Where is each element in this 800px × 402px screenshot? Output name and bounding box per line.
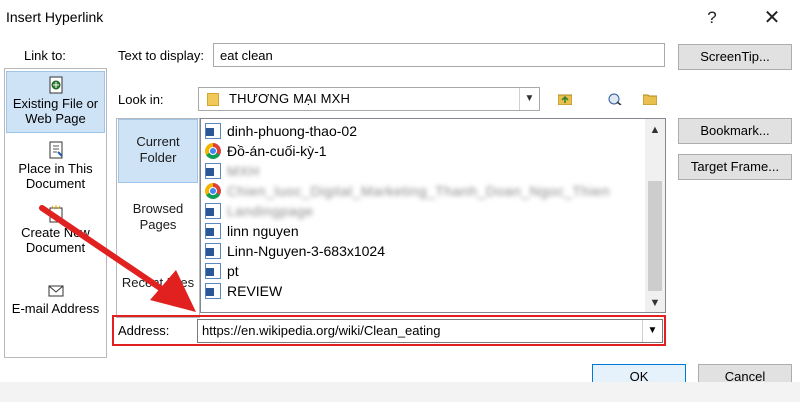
link-to-existing-file-line2: Web Page: [25, 111, 86, 126]
scroll-thumb[interactable]: [648, 181, 662, 291]
place-browsed-pages-line1: Browsed: [132, 201, 184, 216]
chevron-down-icon: ▼: [519, 88, 539, 110]
place-current-folder-line2: Folder: [139, 150, 177, 165]
target-frame-button[interactable]: Target Frame...: [678, 154, 792, 180]
up-one-folder-button[interactable]: [553, 88, 577, 110]
file-name: Landingpage: [227, 203, 314, 219]
chrome-icon: [205, 143, 221, 159]
link-to-existing-file[interactable]: Existing File or Web Page: [6, 71, 105, 133]
close-button[interactable]: ✕: [757, 6, 787, 30]
link-to-new-doc-line2: Document: [25, 240, 86, 255]
file-name: REVIEW: [227, 283, 283, 299]
dialog-title: Insert Hyperlink: [6, 9, 104, 25]
existing-file-icon: [49, 76, 62, 94]
text-to-display-label: Text to display:: [118, 48, 204, 63]
file-name: MXH: [227, 163, 260, 179]
email-icon: [48, 285, 63, 297]
word-doc-icon: [205, 243, 221, 259]
up-folder-icon: [558, 94, 572, 105]
scroll-down-icon[interactable]: ▼: [645, 294, 665, 312]
link-to-place-in-document[interactable]: Place in This Document: [6, 139, 105, 197]
list-item[interactable]: Chien_luoc_Digital_Marketing_Thanh_Doan_…: [205, 181, 610, 201]
place-recent-files-label: Recent Files: [121, 275, 195, 290]
word-doc-icon: [205, 163, 221, 179]
insert-hyperlink-dialog: Insert Hyperlink ? ✕ Link to: Existing F…: [0, 0, 800, 402]
look-in-dropdown[interactable]: THƯƠNG MẠI MXH ▼: [198, 87, 540, 111]
link-to-email-line1: E-mail Address: [11, 301, 100, 316]
link-to-label: Link to:: [24, 48, 66, 63]
place-recent-files[interactable]: Recent Files: [118, 273, 198, 293]
places-panel: Current Folder Browsed Pages Recent File…: [116, 118, 200, 318]
word-doc-icon: [205, 203, 221, 219]
text-to-display-input[interactable]: eat clean: [213, 43, 665, 67]
word-doc-icon: [205, 263, 221, 279]
word-doc-icon: [205, 223, 221, 239]
link-to-place-line1: Place in This: [18, 161, 93, 176]
link-to-new-document[interactable]: Create New Document: [6, 203, 105, 263]
place-browsed-pages[interactable]: Browsed Pages: [118, 197, 198, 237]
help-button[interactable]: ?: [697, 6, 727, 30]
address-highlight-box: [112, 315, 666, 346]
look-in-value: THƯƠNG MẠI MXH: [229, 91, 351, 106]
place-current-folder-line1: Current: [136, 134, 180, 149]
word-doc-icon: [205, 283, 221, 299]
new-document-icon: [49, 205, 62, 223]
background-strip: [0, 382, 800, 402]
title-bar: Insert Hyperlink ? ✕: [0, 0, 800, 36]
file-name: Linn-Nguyen-3-683x1024: [227, 243, 385, 259]
file-list-scrollbar[interactable]: ▲ ▼: [645, 119, 665, 312]
open-folder-icon: [643, 94, 657, 105]
file-list[interactable]: dinh-phuong-thao-02 Đồ-án-cuối-kỳ-1 MXH …: [200, 118, 666, 313]
list-item[interactable]: MXH: [205, 161, 260, 181]
link-to-new-doc-line1: Create New: [21, 225, 90, 240]
list-item[interactable]: Landingpage: [205, 201, 313, 221]
folder-icon: [207, 93, 219, 106]
link-to-existing-file-line1: Existing File or: [12, 96, 99, 111]
browse-web-button[interactable]: [603, 88, 627, 110]
bookmark-button[interactable]: Bookmark...: [678, 118, 792, 144]
place-in-document-icon: [49, 141, 63, 159]
file-name: dinh-phuong-thao-02: [227, 123, 357, 139]
file-name: pt: [227, 263, 239, 279]
chrome-icon: [205, 183, 221, 199]
list-item[interactable]: linn nguyen: [205, 221, 299, 241]
link-to-email-address[interactable]: E-mail Address: [6, 279, 105, 319]
list-item[interactable]: dinh-phuong-thao-02: [205, 121, 357, 141]
screentip-button[interactable]: ScreenTip...: [678, 44, 792, 70]
list-item[interactable]: pt: [205, 261, 239, 281]
list-item[interactable]: Đồ-án-cuối-kỳ-1: [205, 141, 327, 161]
place-browsed-pages-line2: Pages: [139, 217, 177, 232]
file-name: linn nguyen: [227, 223, 299, 239]
browse-file-button[interactable]: [638, 88, 662, 110]
file-name: Đồ-án-cuối-kỳ-1: [227, 143, 327, 159]
scroll-up-icon[interactable]: ▲: [645, 121, 665, 139]
list-item[interactable]: REVIEW: [205, 281, 282, 301]
look-in-label: Look in:: [118, 92, 164, 107]
place-current-folder[interactable]: Current Folder: [118, 119, 198, 183]
link-to-place-line2: Document: [25, 176, 86, 191]
word-doc-icon: [205, 123, 221, 139]
file-name: Chien_luoc_Digital_Marketing_Thanh_Doan_…: [227, 183, 611, 199]
browse-web-icon: [608, 93, 622, 105]
list-item[interactable]: Linn-Nguyen-3-683x1024: [205, 241, 385, 261]
link-to-panel: Existing File or Web Page Place in This …: [4, 68, 107, 358]
